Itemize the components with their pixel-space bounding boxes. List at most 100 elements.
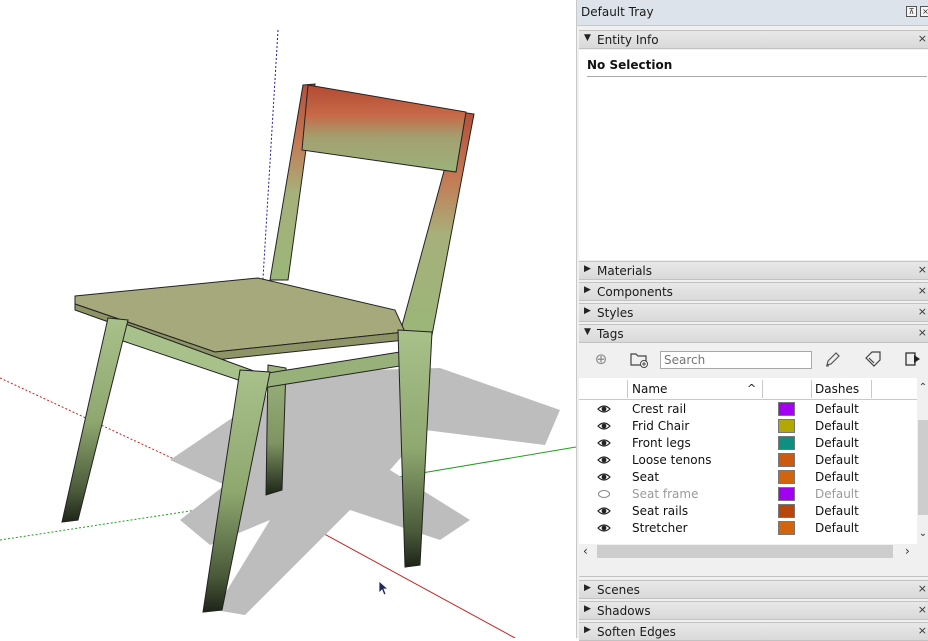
- eye-hidden-icon[interactable]: [597, 488, 611, 500]
- tag-row[interactable]: Stretcher Default: [579, 520, 917, 537]
- tag-dashes[interactable]: Default: [815, 470, 859, 484]
- tag-dashes[interactable]: Default: [815, 504, 859, 518]
- tag-dashes[interactable]: Default: [815, 487, 859, 501]
- tag-color-swatch[interactable]: [778, 419, 795, 433]
- scroll-down-icon[interactable]: ⌄: [917, 528, 928, 539]
- tag-dashes[interactable]: Default: [815, 521, 859, 535]
- tag-name[interactable]: Loose tenons: [632, 453, 712, 467]
- column-dashes-header[interactable]: Dashes: [815, 382, 859, 396]
- mouse-cursor-icon: [378, 580, 390, 596]
- divider: [587, 76, 927, 77]
- tag-color-swatch[interactable]: [778, 436, 795, 450]
- tag-purge-icon[interactable]: [863, 349, 883, 369]
- chevron-right-icon: ▶: [584, 306, 591, 316]
- tag-dashes[interactable]: Default: [815, 419, 859, 433]
- tag-color-swatch[interactable]: [778, 470, 795, 484]
- scroll-thumb[interactable]: [918, 420, 928, 515]
- panel-shadows[interactable]: ▶ Shadows ×: [579, 601, 928, 620]
- front-leg-left: [61, 317, 129, 523]
- panel-soften-edges[interactable]: ▶ Soften Edges ×: [579, 622, 928, 641]
- tag-name[interactable]: Stretcher: [632, 521, 688, 535]
- tag-row[interactable]: Seat rails Default: [579, 503, 917, 520]
- panel-tags[interactable]: ▼ Tags ×: [579, 324, 928, 343]
- chevron-up-icon[interactable]: ^: [747, 382, 756, 395]
- eye-icon[interactable]: [597, 471, 611, 483]
- tags-search-input[interactable]: [660, 351, 812, 369]
- panel-close-icon[interactable]: ×: [918, 326, 927, 339]
- pin-icon[interactable]: ⊼: [906, 6, 917, 17]
- chevron-right-icon: ▶: [584, 625, 591, 635]
- panel-scenes[interactable]: ▶ Scenes ×: [579, 580, 928, 599]
- tag-name[interactable]: Seat: [632, 470, 659, 484]
- scroll-thumb[interactable]: [597, 545, 893, 558]
- tag-dashes[interactable]: Default: [815, 402, 859, 416]
- details-arrow-icon[interactable]: [903, 349, 923, 369]
- tags-list-header: Name ^ Dashes: [579, 378, 917, 400]
- entity-info-status: No Selection: [587, 58, 673, 72]
- tag-dashes[interactable]: Default: [815, 453, 859, 467]
- tags-panel-body: ⊕ Name ^ Dashes Crest railDefaultFrid Ch…: [579, 344, 928, 574]
- panel-close-icon[interactable]: ×: [918, 582, 927, 595]
- panel-entity-info[interactable]: ▼ Entity Info ×: [579, 30, 928, 49]
- tag-color-swatch[interactable]: [778, 521, 795, 535]
- column-divider: [627, 380, 628, 398]
- panel-close-icon[interactable]: ×: [918, 284, 927, 297]
- tag-dashes[interactable]: Default: [815, 436, 859, 450]
- scroll-right-icon[interactable]: ›: [905, 544, 910, 558]
- tag-name[interactable]: Front legs: [632, 436, 691, 450]
- entity-info-body: No Selection: [579, 50, 928, 260]
- eye-icon[interactable]: [597, 420, 611, 432]
- add-tag-icon[interactable]: ⊕: [591, 349, 611, 369]
- eye-icon[interactable]: [597, 522, 611, 534]
- chair-model-scene: [0, 29, 576, 638]
- tag-name[interactable]: Crest rail: [632, 402, 686, 416]
- chevron-right-icon: ▶: [584, 264, 591, 274]
- tag-color-swatch[interactable]: [778, 402, 795, 416]
- tag-row[interactable]: Loose tenons Default: [579, 452, 917, 469]
- vertical-scrollbar[interactable]: ⌃ ⌄: [917, 378, 928, 544]
- tag-name[interactable]: Seat frame: [632, 487, 698, 501]
- tray-title-bar: Default Tray ⊼ ×: [577, 0, 928, 26]
- panel-close-icon[interactable]: ×: [918, 305, 927, 318]
- model-viewport[interactable]: [0, 0, 576, 638]
- column-divider: [762, 380, 763, 398]
- chevron-right-icon: ▶: [584, 604, 591, 614]
- horizontal-scrollbar[interactable]: ‹ ›: [579, 544, 917, 560]
- tag-color-swatch[interactable]: [778, 504, 795, 518]
- scroll-up-icon[interactable]: ⌃: [917, 382, 928, 393]
- tag-row[interactable]: Crest rail Default: [579, 401, 917, 418]
- pencil-icon[interactable]: [823, 349, 843, 369]
- panel-styles[interactable]: ▶ Styles ×: [579, 303, 928, 322]
- eye-icon[interactable]: [597, 437, 611, 449]
- tray-title: Default Tray: [581, 5, 654, 19]
- tags-list: Name ^ Dashes Crest rail Default Frid Chai…: [579, 378, 917, 544]
- tag-row[interactable]: Front legs Default: [579, 435, 917, 452]
- tag-color-swatch[interactable]: [778, 487, 795, 501]
- chevron-down-icon: ▼: [584, 327, 591, 337]
- default-tray: Default Tray ⊼ × ▼ Entity Info × No Sele…: [576, 0, 928, 641]
- chevron-down-icon: ▼: [584, 33, 591, 43]
- panel-close-icon[interactable]: ×: [918, 603, 927, 616]
- tag-name[interactable]: Frid Chair: [632, 419, 689, 433]
- tag-color-swatch[interactable]: [778, 453, 795, 467]
- eye-icon[interactable]: [597, 403, 611, 415]
- close-icon[interactable]: ×: [920, 6, 928, 17]
- column-divider: [871, 380, 872, 398]
- column-name-header[interactable]: Name: [632, 382, 667, 396]
- tag-row[interactable]: Seat Default: [579, 469, 917, 486]
- chevron-right-icon: ▶: [584, 285, 591, 295]
- panel-components[interactable]: ▶ Components ×: [579, 282, 928, 301]
- panel-materials[interactable]: ▶ Materials ×: [579, 261, 928, 280]
- tag-row[interactable]: Seat frame Default: [579, 486, 917, 503]
- tag-name[interactable]: Seat rails: [632, 504, 688, 518]
- eye-icon[interactable]: [597, 454, 611, 466]
- scroll-left-icon[interactable]: ‹: [583, 544, 588, 558]
- eye-icon[interactable]: [597, 505, 611, 517]
- add-folder-icon[interactable]: [629, 349, 649, 369]
- panel-close-icon[interactable]: ×: [918, 32, 927, 45]
- panel-close-icon[interactable]: ×: [918, 263, 927, 276]
- divider: [579, 576, 928, 577]
- crest-rail: [301, 84, 467, 173]
- tag-row[interactable]: Frid Chair Default: [579, 418, 917, 435]
- panel-close-icon[interactable]: ×: [918, 624, 927, 637]
